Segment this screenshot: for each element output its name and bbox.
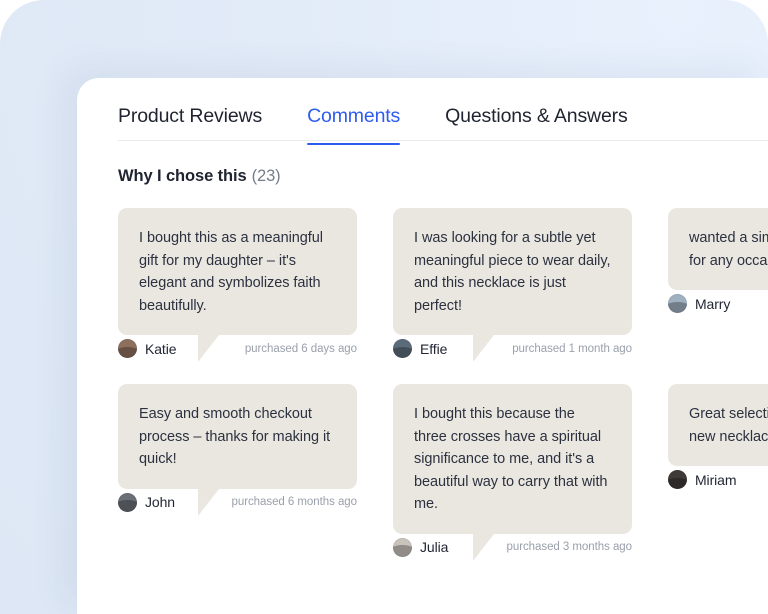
comment-bubble-tail: Katie purchased 6 days ago (118, 335, 357, 362)
author-name: Julia (420, 539, 449, 555)
avatar (393, 339, 412, 358)
comment-author: John (118, 492, 175, 512)
comment-bubble: Easy and smooth checkout process – thank… (118, 384, 357, 489)
comment-meta: Katie purchased 6 days ago (118, 335, 357, 362)
purchase-date: purchased 6 days ago (244, 342, 357, 355)
avatar (393, 537, 412, 557)
reviews-panel: Product Reviews Comments Questions & Ans… (77, 78, 768, 614)
comment-bubble: I was looking for a subtle yet meaningfu… (393, 208, 632, 335)
purchase-date: purchased 6 months ago (231, 496, 358, 508)
avatar (668, 294, 687, 313)
comment-bubble-tail: Marry purchased 2 months ago (668, 290, 768, 317)
comment-meta: Julia purchased 3 months ago (393, 534, 632, 561)
author-name: Miriam (695, 471, 737, 488)
tab-questions-answers[interactable]: Questions & Answers (445, 104, 628, 145)
comment-text: Easy and smooth checkout process – thank… (139, 406, 335, 467)
comment-author: Katie (118, 339, 177, 358)
tab-bar: Product Reviews Comments Questions & Ans… (118, 78, 768, 145)
comment-author: Julia (393, 537, 449, 557)
comment-bubble: I bought this as a meaningful gift for m… (118, 208, 357, 335)
tab-product-reviews[interactable]: Product Reviews (118, 104, 262, 145)
section-title: Why I chose this (23) (118, 167, 768, 186)
author-name: Effie (420, 340, 448, 357)
comment-author: Effie (393, 339, 447, 358)
comment-bubble-tail: Miriam purchased 4 months ago (668, 466, 768, 493)
comment-card[interactable]: wanted a sim gold necklace for any occas… (668, 208, 768, 362)
comment-card[interactable]: Great selectio checkout. Ca new necklace… (668, 384, 768, 561)
comment-meta: Marry purchased 2 months ago (668, 290, 768, 317)
comment-text: I bought this because the three crosses … (414, 406, 612, 512)
comment-author: Marry (668, 294, 730, 313)
comment-text: wanted a sim gold necklace for any occas… (689, 230, 768, 269)
author-name: Katie (145, 340, 177, 357)
comment-meta: Effie purchased 1 month ago (393, 335, 632, 362)
comment-bubble-tail: John purchased 6 months ago (118, 488, 357, 516)
comment-card[interactable]: I bought this because the three crosses … (393, 384, 632, 561)
comment-meta: John purchased 6 months ago (118, 489, 357, 516)
comment-bubble: Great selectio checkout. Ca new necklace (668, 384, 768, 466)
comment-card[interactable]: Easy and smooth checkout process – thank… (118, 384, 357, 561)
tab-comments[interactable]: Comments (307, 104, 400, 145)
comment-card[interactable]: I was looking for a subtle yet meaningfu… (393, 208, 632, 362)
comment-bubble-tail: Effie purchased 1 month ago (393, 335, 632, 362)
comments-grid: I bought this as a meaningful gift for m… (118, 208, 768, 561)
avatar (118, 339, 137, 358)
purchase-date: purchased 1 month ago (512, 342, 632, 355)
comment-author: Miriam (668, 470, 737, 489)
comment-card[interactable]: I bought this as a meaningful gift for m… (118, 208, 357, 362)
section-title-text: Why I chose this (118, 167, 247, 185)
avatar (668, 470, 687, 489)
tab-bar-divider (118, 140, 768, 141)
comment-text: I was looking for a subtle yet meaningfu… (414, 230, 615, 314)
comment-bubble: I bought this because the three crosses … (393, 384, 632, 534)
comment-bubble-tail: Julia purchased 3 months ago (393, 533, 632, 561)
comment-bubble: wanted a sim gold necklace for any occas… (668, 208, 768, 290)
avatar (118, 492, 137, 512)
comment-text: I bought this as a meaningful gift for m… (139, 230, 327, 314)
section-count: (23) (251, 167, 281, 185)
comment-meta: Miriam purchased 4 months ago (668, 466, 768, 493)
author-name: Marry (695, 295, 731, 312)
purchase-date: purchased 3 months ago (506, 541, 633, 553)
comment-text: Great selectio checkout. Ca new necklace (689, 406, 768, 445)
author-name: John (145, 494, 175, 510)
